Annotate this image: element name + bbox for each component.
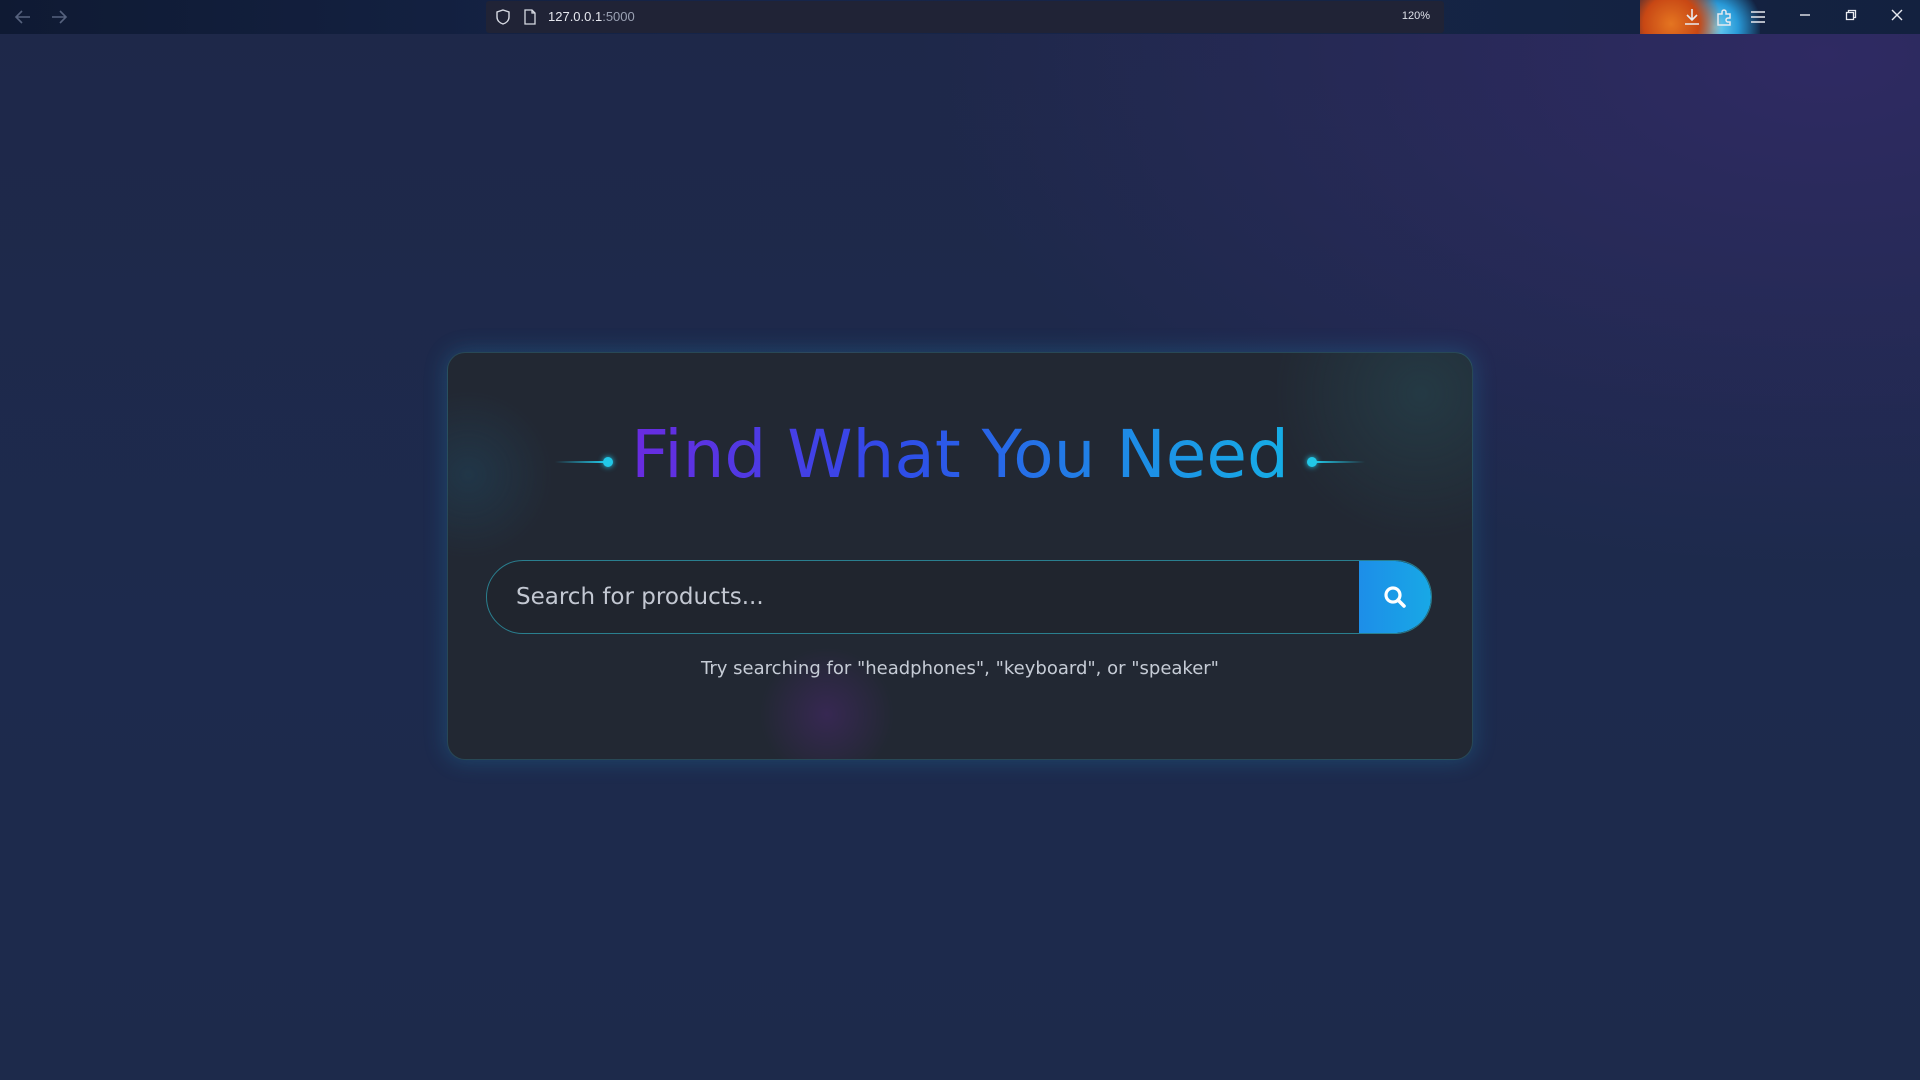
page-title: Find What You Need (631, 416, 1289, 493)
puzzle-icon[interactable] (1712, 5, 1736, 29)
url-text[interactable]: 127.0.0.1:5000 (548, 9, 635, 24)
restore-button[interactable] (1828, 0, 1874, 34)
arrow-left-icon (14, 10, 30, 24)
search-button[interactable] (1359, 561, 1431, 633)
decoration-dot (603, 457, 614, 467)
url-host: 127.0.0.1 (548, 9, 603, 24)
search-bar (486, 560, 1432, 634)
arrow-right-icon (52, 10, 68, 24)
back-button[interactable] (11, 5, 35, 29)
minimize-icon (1800, 14, 1810, 16)
search-input[interactable] (487, 561, 1357, 632)
page-icon (524, 9, 536, 25)
forward-button[interactable] (47, 5, 71, 29)
decoration-line (1314, 461, 1365, 463)
zoom-level[interactable]: 120% (1402, 10, 1430, 22)
hamburger-menu-icon[interactable] (1746, 5, 1770, 29)
search-hint: Try searching for "headphones", "keyboar… (701, 658, 1219, 679)
minimize-button[interactable] (1782, 0, 1828, 34)
url-port: :5000 (602, 9, 635, 24)
shield-icon[interactable] (494, 8, 512, 26)
download-icon[interactable] (1680, 5, 1704, 29)
title-decoration-right (1306, 457, 1365, 467)
title-row: Find What You Need (448, 415, 1472, 495)
title-decoration-left (555, 457, 614, 467)
search-icon (1384, 586, 1406, 608)
search-card: Find What You Need Try searching for "he… (447, 352, 1473, 760)
address-bar[interactable]: 127.0.0.1:5000 120% (486, 1, 1444, 33)
decoration-line (555, 461, 606, 463)
restore-icon (1845, 9, 1857, 21)
close-icon (1891, 9, 1903, 21)
browser-toolbar: 127.0.0.1:5000 120% (0, 0, 1920, 34)
close-button[interactable] (1874, 0, 1920, 34)
